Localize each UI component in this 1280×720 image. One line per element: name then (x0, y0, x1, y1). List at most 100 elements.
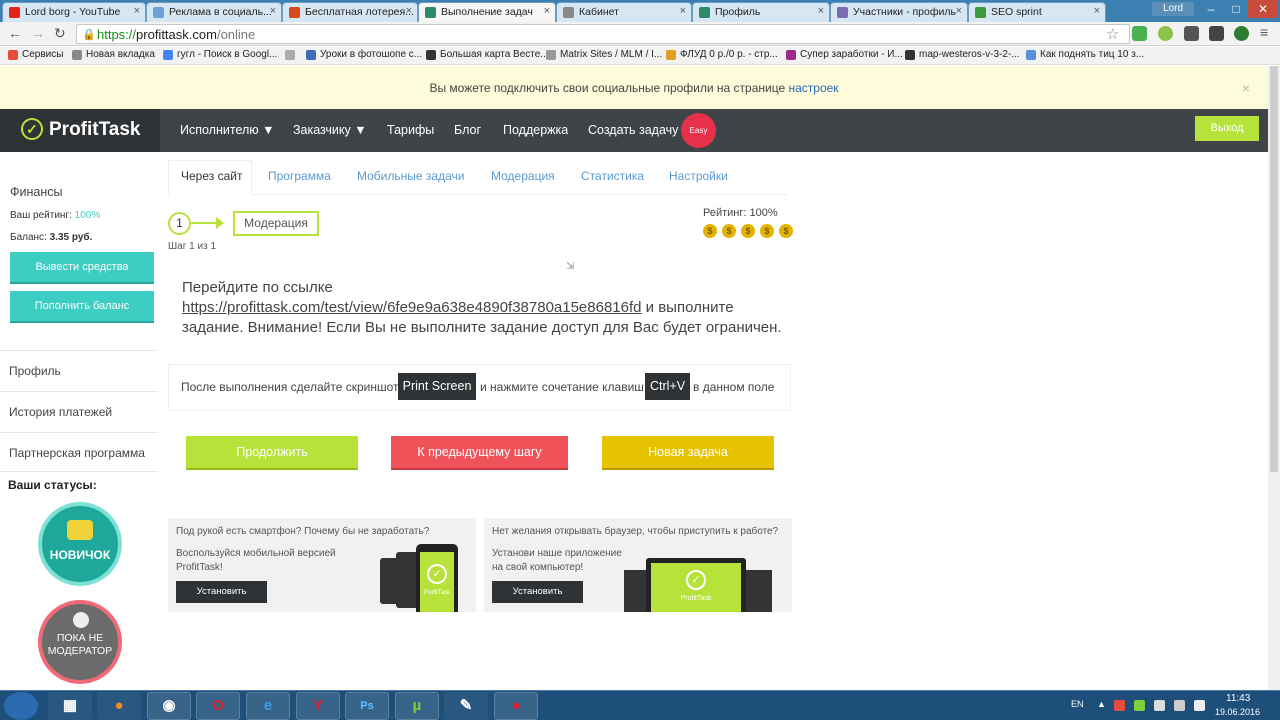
window-close-icon[interactable]: ✕ (1248, 0, 1278, 18)
tab-via-site[interactable]: Через сайт (181, 169, 242, 183)
ie-icon[interactable]: e (246, 692, 290, 720)
sidebar-item-affiliate[interactable]: Партнерская программа (0, 432, 158, 472)
vertical-scrollbar[interactable] (1268, 66, 1280, 690)
browser-tab-active[interactable]: Выполнение задач × (418, 2, 556, 22)
statuses-title: Ваши статусы: (8, 478, 97, 492)
back-icon[interactable]: ← (8, 25, 22, 41)
bookmark-item[interactable]: Супер заработки - И... (786, 49, 903, 60)
volume-icon[interactable] (1194, 700, 1205, 711)
opera-icon[interactable]: O (196, 692, 240, 720)
close-icon[interactable]: × (818, 5, 824, 17)
tab-mobile-tasks[interactable]: Мобильные задачи (357, 169, 464, 183)
yandex-icon[interactable]: Y (296, 692, 340, 720)
new-task-button[interactable]: Новая задача (602, 436, 774, 468)
close-icon[interactable]: × (680, 5, 686, 17)
tray-icon[interactable] (1134, 700, 1145, 711)
utorrent-icon[interactable]: µ (395, 692, 439, 720)
browser-tab[interactable]: SEO sprint × (968, 2, 1106, 22)
close-icon[interactable]: × (134, 5, 140, 17)
install-mobile-button[interactable]: Установить (176, 581, 267, 603)
file-manager-icon[interactable]: ▦ (48, 692, 92, 720)
logout-button[interactable]: Выход (1195, 116, 1259, 141)
tab-settings[interactable]: Настройки (669, 169, 728, 183)
chrome-icon[interactable]: ◉ (147, 692, 191, 720)
bookmark-item[interactable]: Как поднять тиц 10 з... (1026, 49, 1144, 60)
photoshop-icon[interactable]: Ps (345, 692, 389, 720)
site-icon (289, 7, 300, 18)
close-icon[interactable]: × (956, 5, 962, 17)
language-indicator[interactable]: EN (1071, 699, 1084, 709)
bookmark-item[interactable]: map-westeros-v-3-2-... (905, 49, 1020, 60)
extension-icon[interactable] (1234, 26, 1249, 41)
continue-button[interactable]: Продолжить (186, 436, 358, 468)
easy-badge[interactable]: Easy (681, 113, 716, 148)
bookmark-item[interactable]: Уроки в фотошопе с... (306, 49, 422, 60)
clock-time[interactable]: 11:43 (1226, 693, 1250, 704)
bookmark-star-icon[interactable]: ☆ (1106, 25, 1119, 43)
forward-icon[interactable]: → (31, 25, 45, 41)
reload-icon[interactable]: ↻ (54, 25, 66, 42)
lock-icon: 🔒 (82, 29, 96, 41)
tab-title: Кабинет (579, 6, 619, 18)
previous-step-button[interactable]: К предыдущему шагу (391, 436, 568, 468)
windows-start-icon[interactable] (4, 692, 38, 720)
topup-button[interactable]: Пополнить баланс (10, 291, 154, 321)
sidebar-item-profile[interactable]: Профиль (0, 350, 158, 390)
finance-title: Финансы (10, 185, 63, 199)
flag-icon[interactable] (1174, 700, 1185, 711)
withdraw-button[interactable]: Вывести средства (10, 252, 154, 282)
bookmark-item[interactable]: гугл - Поиск в Googl... (163, 49, 277, 60)
logo[interactable]: ✓ ProfitTask (0, 109, 160, 152)
site-icon (546, 50, 556, 60)
network-icon[interactable] (1154, 700, 1165, 711)
nav-tariffs[interactable]: Тарифы (387, 123, 434, 137)
record-icon[interactable]: ● (494, 692, 538, 720)
profittask-icon (425, 7, 436, 18)
sidebar-item-payments[interactable]: История платежей (0, 391, 158, 431)
minimize-icon[interactable]: – (1198, 0, 1224, 18)
nav-support[interactable]: Поддержка (503, 123, 568, 137)
close-icon[interactable]: × (1094, 5, 1100, 17)
bookmark-label: Новая вкладка (86, 49, 155, 60)
tab-moderation[interactable]: Модерация (491, 169, 555, 183)
browser-tab[interactable]: Кабинет × (556, 2, 692, 22)
settings-link[interactable]: настроек (788, 81, 838, 95)
extension-icon[interactable] (1132, 26, 1147, 41)
tab-program[interactable]: Программа (268, 169, 331, 183)
bookmark-item[interactable]: Сервисы (8, 49, 63, 60)
bookmark-item[interactable]: Matrix Sites / MLM / I... (546, 49, 662, 60)
app-screen: ✓ ProfitTask (420, 552, 454, 612)
clock-date[interactable]: 19.06.2016 (1215, 707, 1260, 717)
browser-tab[interactable]: Lord borg - YouTube × (2, 2, 146, 22)
nav-blog[interactable]: Блог (454, 123, 481, 137)
tray-icon[interactable] (1114, 700, 1125, 711)
browser-tab[interactable]: Бесплатная лотерея... × (282, 2, 418, 22)
close-icon[interactable]: × (544, 5, 550, 17)
browser-tab[interactable]: Профиль × (692, 2, 830, 22)
close-icon[interactable]: × (1242, 66, 1250, 110)
maximize-icon[interactable]: □ (1224, 0, 1248, 18)
bookmark-item[interactable]: Большая карта Весте... (426, 49, 549, 60)
nav-performer[interactable]: Исполнителю ▼ (180, 123, 275, 137)
bookmark-item[interactable]: Новая вкладка (72, 49, 155, 60)
paint-icon[interactable]: ✎ (444, 692, 488, 720)
nav-create-task[interactable]: Создать задачу (588, 123, 678, 137)
menu-icon[interactable]: ≡ (1260, 24, 1268, 40)
address-bar[interactable]: 🔒 https://profittask.com/online ☆ (76, 24, 1130, 44)
tab-statistics[interactable]: Статистика (581, 169, 644, 183)
install-desktop-button[interactable]: Установить (492, 581, 583, 603)
firefox-icon[interactable]: ● (97, 692, 141, 720)
extension-icon[interactable] (1158, 26, 1173, 41)
tray-expand-icon[interactable]: ▲ (1097, 699, 1106, 709)
extension-icon[interactable] (1209, 26, 1224, 41)
browser-profile-chip[interactable]: Lord (1152, 2, 1194, 16)
browser-tab[interactable]: Реклама в социаль... × (146, 2, 282, 22)
nav-customer[interactable]: Заказчику ▼ (293, 123, 367, 137)
extension-icon[interactable] (1184, 26, 1199, 41)
scrollbar-thumb[interactable] (1270, 66, 1278, 472)
browser-tab[interactable]: Участники - профиль × (830, 2, 968, 22)
task-link[interactable]: https://profittask.com/test/view/6fe9e9a… (182, 299, 642, 316)
close-icon[interactable]: × (406, 5, 412, 17)
bookmark-item[interactable]: ФЛУД 0 р./0 р. - стр... (666, 49, 778, 60)
close-icon[interactable]: × (270, 5, 276, 17)
